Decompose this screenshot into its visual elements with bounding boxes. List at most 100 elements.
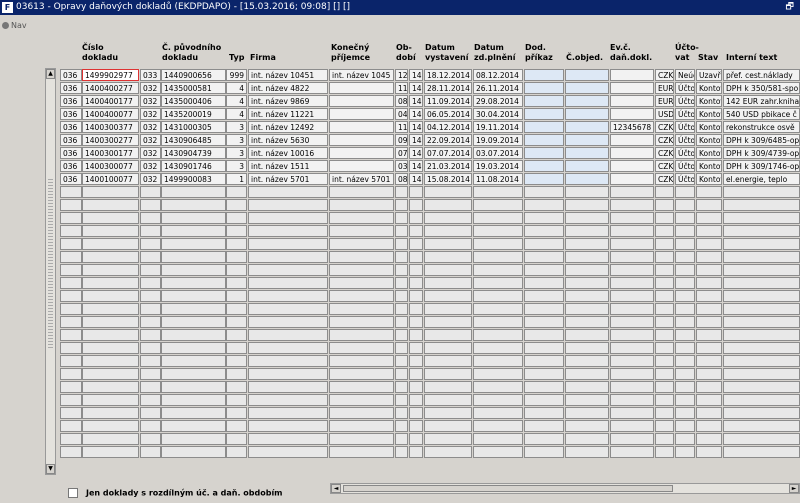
cell-kon[interactable]: int. název 5701 [329,173,394,185]
cell-obj[interactable] [565,316,609,328]
cell-b[interactable] [82,212,139,224]
cell-text[interactable] [723,368,800,380]
different-period-filter[interactable]: Jen doklady s rozdílným úč. a daň. obdob… [68,488,283,498]
cell-o2[interactable]: 14 [409,160,423,172]
cell-kon[interactable]: int. název 1045 [329,69,394,81]
cell-prik[interactable] [524,134,564,146]
cell-o1[interactable] [395,277,408,289]
cell-stav[interactable]: Kontov [696,108,722,120]
cell-d[interactable] [161,316,226,328]
cell-vys[interactable] [424,368,472,380]
cell-d[interactable] [161,251,226,263]
cell-firma[interactable] [248,368,328,380]
cell-firma[interactable] [248,446,328,458]
cell-kon[interactable] [329,186,394,198]
cell-prik[interactable] [524,121,564,133]
cell-o1[interactable]: 12 [395,69,408,81]
cell-stav[interactable] [696,342,722,354]
cell-evc[interactable] [610,134,654,146]
cell-text[interactable] [723,316,800,328]
cell-o2[interactable] [409,264,423,276]
cell-b[interactable] [82,420,139,432]
cell-b[interactable] [82,277,139,289]
empty-table-row[interactable] [60,277,800,290]
cell-typ[interactable]: 4 [226,108,247,120]
cell-vys[interactable]: 15.08.2014 [424,173,472,185]
cell-o2[interactable] [409,394,423,406]
cell-d[interactable] [161,238,226,250]
cell-prik[interactable] [524,108,564,120]
cell-vys[interactable] [424,394,472,406]
cell-o2[interactable] [409,368,423,380]
cell-c[interactable] [140,368,161,380]
cell-typ[interactable] [226,329,247,341]
cell-mena[interactable]: EUR [655,95,674,107]
cell-stav[interactable] [696,290,722,302]
cell-evc[interactable] [610,225,654,237]
cell-evc[interactable] [610,199,654,211]
cell-d[interactable]: 1431000305 [161,121,226,133]
cell-prik[interactable] [524,355,564,367]
cell-evc[interactable] [610,381,654,393]
cell-o2[interactable]: 14 [409,108,423,120]
cell-typ[interactable] [226,251,247,263]
cell-o1[interactable] [395,303,408,315]
cell-firma[interactable] [248,407,328,419]
cell-c[interactable]: 032 [140,173,161,185]
cell-c[interactable] [140,446,161,458]
cell-vys[interactable] [424,433,472,445]
cell-typ[interactable] [226,407,247,419]
cell-pln[interactable] [473,316,523,328]
cell-obj[interactable] [565,290,609,302]
cell-evc[interactable] [610,212,654,224]
cell-uct[interactable] [675,420,695,432]
cell-b[interactable] [82,316,139,328]
cell-b[interactable] [82,290,139,302]
cell-vys[interactable]: 18.12.2014 [424,69,472,81]
cell-o1[interactable]: 08 [395,95,408,107]
cell-vys[interactable] [424,225,472,237]
cell-uct[interactable] [675,381,695,393]
cell-firma[interactable]: int. název 10451 [248,69,328,81]
cell-vys[interactable] [424,355,472,367]
empty-table-row[interactable] [60,407,800,420]
cell-c[interactable]: 032 [140,121,161,133]
cell-vys[interactable] [424,186,472,198]
cell-typ[interactable]: 4 [226,82,247,94]
cell-obj[interactable] [565,342,609,354]
cell-prik[interactable] [524,433,564,445]
cell-c[interactable]: 032 [140,82,161,94]
cell-a[interactable] [60,212,82,224]
cell-a[interactable]: 036 [60,69,82,81]
cell-c[interactable] [140,381,161,393]
cell-a[interactable] [60,225,82,237]
restore-window-icon[interactable]: 🗗 [786,0,794,15]
cell-prik[interactable] [524,147,564,159]
cell-o1[interactable] [395,355,408,367]
cell-o1[interactable] [395,238,408,250]
cell-kon[interactable] [329,329,394,341]
cell-evc[interactable] [610,446,654,458]
cell-stav[interactable] [696,316,722,328]
cell-pln[interactable] [473,381,523,393]
cell-vys[interactable] [424,303,472,315]
cell-a[interactable]: 036 [60,173,82,185]
cell-prik[interactable] [524,277,564,289]
cell-text[interactable] [723,342,800,354]
cell-kon[interactable] [329,316,394,328]
cell-uct[interactable] [675,329,695,341]
cell-pln[interactable] [473,225,523,237]
cell-text[interactable] [723,225,800,237]
cell-d[interactable] [161,199,226,211]
cell-vys[interactable] [424,381,472,393]
cell-text[interactable] [723,355,800,367]
cell-typ[interactable] [226,355,247,367]
cell-kon[interactable] [329,108,394,120]
cell-prik[interactable] [524,186,564,198]
cell-firma[interactable] [248,303,328,315]
cell-pln[interactable] [473,186,523,198]
cell-o2[interactable] [409,303,423,315]
cell-vys[interactable]: 07.07.2014 [424,147,472,159]
cell-o2[interactable] [409,225,423,237]
cell-mena[interactable]: CZK [655,173,674,185]
